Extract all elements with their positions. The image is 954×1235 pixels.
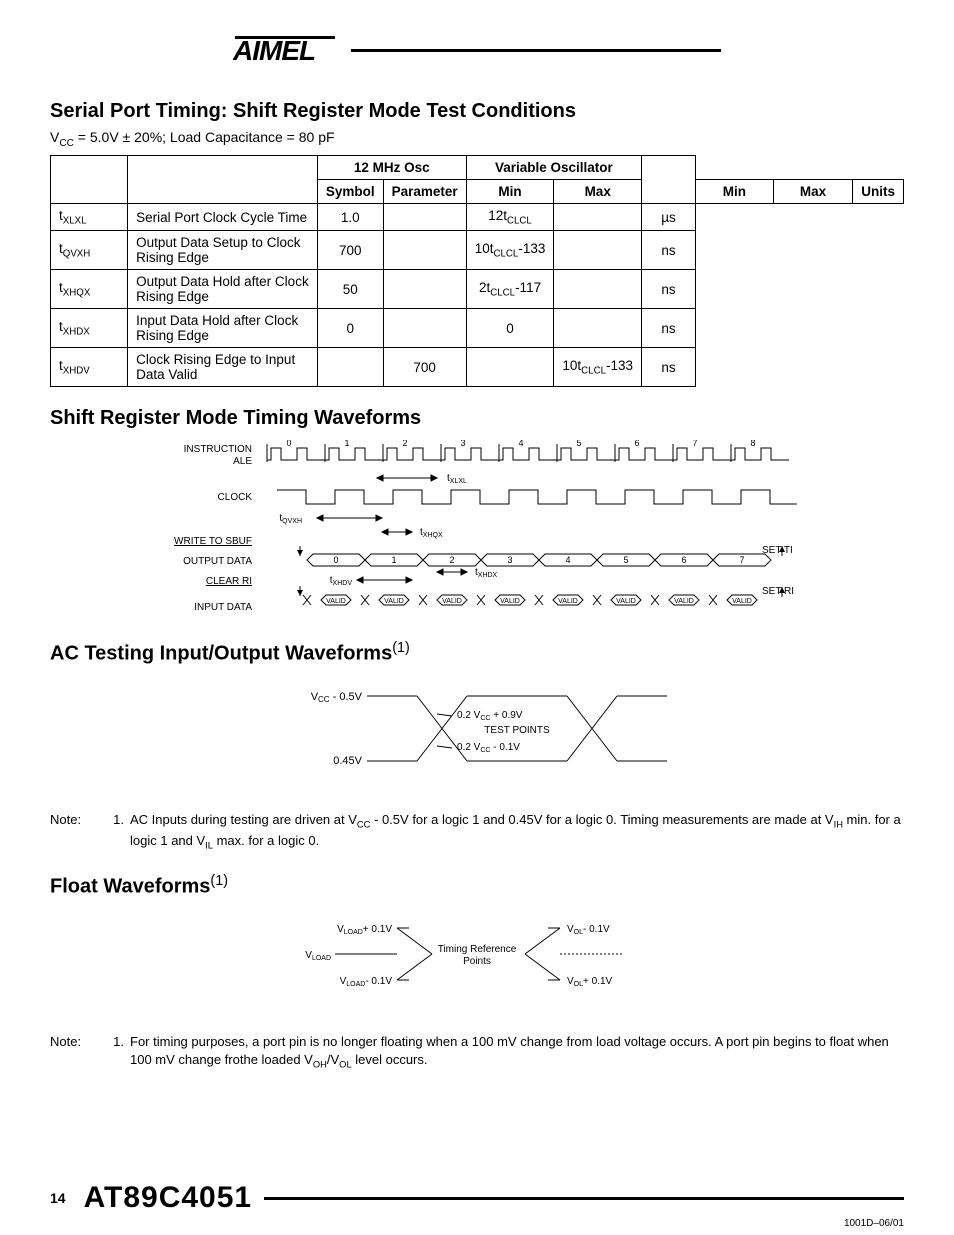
svg-text:VOL- 0.1V: VOL- 0.1V (567, 924, 610, 936)
table-row: tXHDVClock Rising Edge to Input Data Val… (51, 348, 904, 387)
header-rule (351, 49, 721, 52)
svg-text:VALID: VALID (558, 598, 578, 605)
svg-text:6: 6 (681, 555, 686, 565)
svg-text:0: 0 (286, 440, 291, 448)
table-row: tXHDXInput Data Hold after Clock Rising … (51, 309, 904, 348)
svg-text:tQVXH: tQVXH (279, 513, 302, 525)
section2-title: Shift Register Mode Timing Waveforms (50, 407, 904, 430)
svg-text:7: 7 (692, 440, 697, 448)
col-units (642, 155, 696, 203)
svg-text:4: 4 (518, 440, 523, 448)
col-units2: Units (853, 179, 904, 203)
svg-text:tXHDV: tXHDV (330, 575, 353, 587)
svg-text:OUTPUT DATA: OUTPUT DATA (183, 556, 252, 567)
shift-register-waveform-diagram: INSTRUCTION ALE CLOCK WRITE TO SBUF OUTP… (50, 440, 904, 615)
section4-note: Note: 1. For timing purposes, a port pin… (50, 1033, 904, 1072)
svg-text:4: 4 (565, 555, 570, 565)
svg-text:VALID: VALID (384, 598, 404, 605)
ac-testing-waveform-diagram: VCC - 0.5V 0.45V 0.2 VCC + 0.9V TEST POI… (50, 676, 904, 786)
svg-text:Timing Reference: Timing Reference (438, 944, 517, 955)
svg-text:VALID: VALID (732, 598, 752, 605)
svg-text:5: 5 (576, 440, 581, 448)
section3-note: Note: 1. AC Inputs during testing are dr… (50, 811, 904, 852)
float-waveform-diagram: VLOAD+ 0.1V VLOAD VLOAD- 0.1V VOL- 0.1V … (50, 908, 904, 1008)
col-min12: Min (466, 179, 554, 203)
section1-title: Serial Port Timing: Shift Register Mode … (50, 100, 904, 123)
svg-text:INPUT DATA: INPUT DATA (194, 602, 252, 613)
svg-text:INSTRUCTION: INSTRUCTION (184, 444, 252, 455)
svg-text:2: 2 (402, 440, 407, 448)
svg-text:VLOAD- 0.1V: VLOAD- 0.1V (340, 976, 393, 988)
atmel-logo-icon: AIMEL (233, 30, 343, 70)
table-row: tXHQXOutput Data Hold after Clock Rising… (51, 270, 904, 309)
col-max12: Max (554, 179, 642, 203)
svg-text:0: 0 (333, 555, 338, 565)
timing-table: 12 MHz Osc Variable Oscillator Symbol Pa… (50, 155, 904, 388)
svg-text:VALID: VALID (674, 598, 694, 605)
svg-text:8: 8 (750, 440, 755, 448)
col-minvar: Min (695, 179, 773, 203)
svg-text:1: 1 (391, 555, 396, 565)
svg-text:VOL+ 0.1V: VOL+ 0.1V (567, 976, 613, 988)
svg-text:TEST POINTS: TEST POINTS (484, 725, 550, 736)
table-row: tXLXLSerial Port Clock Cycle Time1.012tC… (51, 203, 904, 231)
section4-title: Float Waveforms(1) (50, 873, 904, 899)
part-number: AT89C4051 (84, 1181, 253, 1215)
svg-text:VLOAD+ 0.1V: VLOAD+ 0.1V (337, 924, 392, 936)
page-number: 14 (50, 1190, 66, 1206)
col-maxvar: Max (773, 179, 852, 203)
svg-text:SET RI: SET RI (762, 586, 794, 597)
svg-text:1: 1 (344, 440, 349, 448)
svg-text:AIMEL: AIMEL (233, 35, 315, 66)
svg-text:VCC - 0.5V: VCC - 0.5V (311, 691, 363, 704)
svg-text:0.45V: 0.45V (333, 755, 362, 767)
svg-text:0.2 VCC + 0.9V: 0.2 VCC + 0.9V (457, 710, 523, 722)
svg-text:VALID: VALID (442, 598, 462, 605)
col-varosc: Variable Oscillator (466, 155, 641, 179)
table-row: tQVXHOutput Data Setup to Clock Rising E… (51, 231, 904, 270)
svg-text:CLOCK: CLOCK (218, 492, 253, 503)
col-parameter: Parameter (383, 179, 466, 203)
svg-text:tXHQX: tXHQX (420, 527, 443, 539)
svg-text:CLEAR RI: CLEAR RI (206, 576, 252, 587)
col-symbol: Symbol (317, 179, 383, 203)
svg-text:VLOAD: VLOAD (305, 950, 331, 962)
svg-text:tXLXL: tXLXL (447, 473, 467, 485)
svg-text:SET TI: SET TI (762, 545, 793, 556)
svg-text:7: 7 (739, 555, 744, 565)
svg-text:VALID: VALID (500, 598, 520, 605)
section3-title: AC Testing Input/Output Waveforms(1) (50, 640, 904, 666)
svg-text:0.2 VCC - 0.1V: 0.2 VCC - 0.1V (457, 742, 520, 754)
svg-text:WRITE TO SBUF: WRITE TO SBUF (174, 536, 252, 547)
svg-text:VALID: VALID (326, 598, 346, 605)
svg-text:Points: Points (463, 956, 491, 967)
svg-text:3: 3 (460, 440, 465, 448)
col-12mhz: 12 MHz Osc (317, 155, 466, 179)
svg-text:2: 2 (449, 555, 454, 565)
header-logo-row: AIMEL (50, 30, 904, 70)
document-id: 1001D–06/01 (844, 1218, 904, 1229)
svg-text:VALID: VALID (616, 598, 636, 605)
test-conditions: VCC = 5.0V ± 20%; Load Capacitance = 80 … (50, 129, 904, 149)
svg-text:3: 3 (507, 555, 512, 565)
svg-text:ALE: ALE (233, 456, 252, 467)
svg-text:tXHDX: tXHDX (475, 567, 498, 579)
svg-text:5: 5 (623, 555, 628, 565)
svg-text:6: 6 (634, 440, 639, 448)
page-footer: 14 AT89C4051 (50, 1181, 904, 1215)
